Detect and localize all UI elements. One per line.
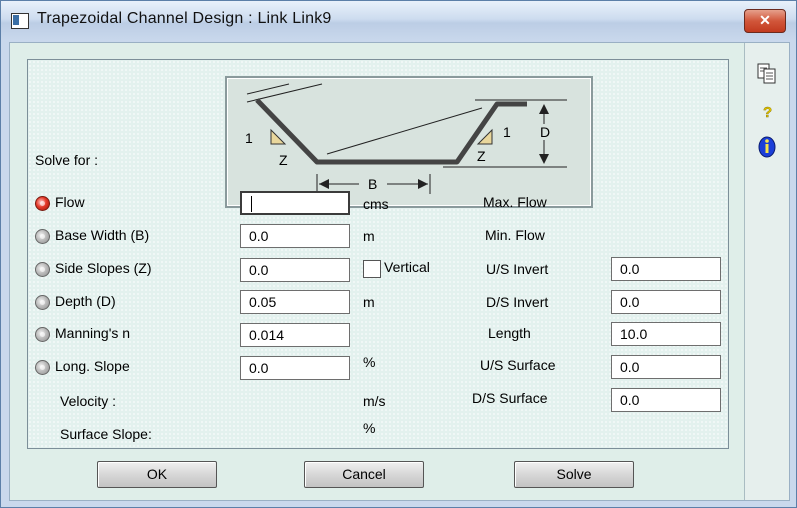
flow-label: Flow — [55, 194, 85, 210]
slope-label-left-1: 1 — [245, 130, 253, 146]
mannings-n-radio[interactable] — [35, 327, 50, 342]
depth-label: D — [539, 124, 552, 140]
close-button[interactable]: ✕ — [744, 9, 786, 33]
base-width-unit: m — [363, 228, 375, 244]
us-surface-label: U/S Surface — [480, 357, 556, 373]
max-flow-label: Max. Flow — [483, 194, 547, 210]
channel-diagram: 1 Z 1 Z D B — [225, 76, 593, 208]
velocity-label: Velocity : — [60, 393, 117, 409]
depth-radio[interactable] — [35, 295, 50, 310]
length-label: Length — [488, 325, 531, 341]
ok-button[interactable]: OK — [97, 461, 217, 488]
depth-label-field: Depth (D) — [55, 293, 116, 309]
info-icon[interactable] — [755, 135, 779, 159]
window-icon — [11, 13, 29, 29]
text-caret — [251, 196, 252, 212]
flow-unit: cms — [363, 196, 389, 212]
long-slope-label: Long. Slope — [55, 358, 130, 374]
title-bar[interactable]: Trapezoidal Channel Design : Link Link9 … — [1, 1, 796, 41]
cancel-button[interactable]: Cancel — [304, 461, 424, 488]
base-width-radio[interactable] — [35, 229, 50, 244]
us-invert-label: U/S Invert — [486, 261, 549, 277]
surface-slope-unit: % — [363, 420, 376, 436]
flow-input[interactable] — [240, 191, 350, 215]
vertical-label: Vertical — [384, 259, 430, 275]
us-surface-input[interactable]: 0.0 — [611, 355, 721, 379]
vertical-checkbox[interactable] — [363, 260, 381, 278]
svg-text:?: ? — [763, 104, 772, 121]
long-slope-input[interactable]: 0.0 — [240, 356, 350, 380]
base-width-input[interactable]: 0.0 — [240, 224, 350, 248]
window-title: Trapezoidal Channel Design : Link Link9 — [37, 10, 332, 27]
depth-input[interactable]: 0.05 — [240, 290, 350, 314]
base-width-label: B — [368, 176, 378, 192]
depth-unit: m — [363, 294, 375, 310]
long-slope-radio[interactable] — [35, 360, 50, 375]
dialog-window: Trapezoidal Channel Design : Link Link9 … — [0, 0, 797, 508]
slope-label-right-z: Z — [477, 148, 486, 164]
help-icon[interactable]: ? — [755, 99, 779, 123]
ds-surface-label: D/S Surface — [472, 390, 548, 406]
surface-slope-label: Surface Slope: — [60, 426, 152, 442]
dialog-client-area: 1 Z 1 Z D B Solve for : Flow cms Base Wi… — [9, 42, 790, 501]
side-toolbar: ? — [744, 43, 789, 500]
slope-label-right-1: 1 — [503, 124, 511, 140]
us-invert-input[interactable]: 0.0 — [611, 257, 721, 281]
base-width-label-field: Base Width (B) — [55, 227, 150, 243]
flow-radio[interactable] — [35, 196, 50, 211]
side-slopes-label: Side Slopes (Z) — [55, 260, 152, 276]
long-slope-unit: % — [363, 354, 376, 370]
side-slopes-radio[interactable] — [35, 262, 50, 277]
min-flow-label: Min. Flow — [485, 227, 545, 243]
solve-for-label: Solve for : — [35, 152, 99, 168]
slope-label-left-z: Z — [279, 152, 288, 168]
solve-button[interactable]: Solve — [514, 461, 634, 488]
ds-invert-input[interactable]: 0.0 — [611, 290, 721, 314]
mannings-n-label: Manning's n — [55, 325, 131, 341]
ds-surface-input[interactable]: 0.0 — [611, 388, 721, 412]
design-panel: 1 Z 1 Z D B Solve for : Flow cms Base Wi… — [27, 59, 729, 449]
channel-section-drawing — [246, 83, 567, 194]
side-slopes-input[interactable]: 0.0 — [240, 258, 350, 282]
velocity-unit: m/s — [363, 393, 386, 409]
copy-icon[interactable] — [755, 61, 779, 85]
length-input[interactable]: 10.0 — [611, 322, 721, 346]
mannings-n-input[interactable]: 0.014 — [240, 323, 350, 347]
ds-invert-label: D/S Invert — [486, 294, 549, 310]
